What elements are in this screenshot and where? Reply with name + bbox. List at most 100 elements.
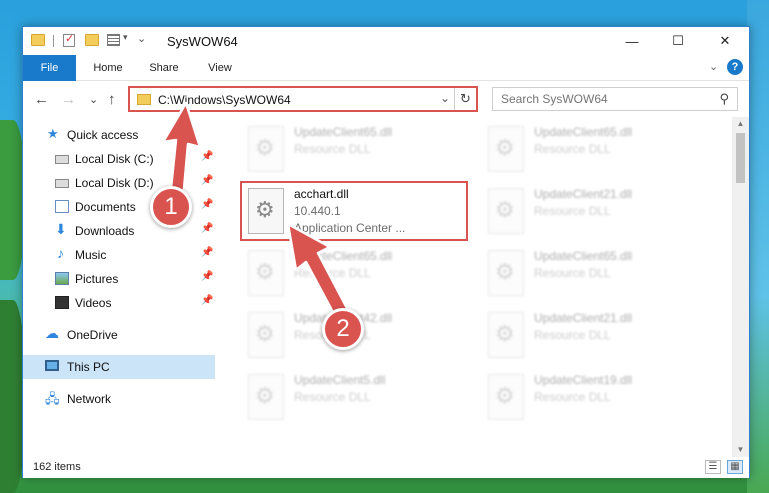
pin-icon[interactable]: 📌	[201, 247, 213, 258]
details-view-icon[interactable]: ☰	[705, 460, 721, 474]
desktop-wallpaper-edge	[747, 0, 769, 493]
dll-file-icon: ⚙	[488, 250, 524, 296]
tab-share[interactable]: Share	[141, 55, 187, 81]
file-type: Resource DLL	[534, 328, 611, 342]
sidebar-item-local-disk-c[interactable]: Local Disk (C:) 📌	[23, 147, 215, 171]
step-2-badge: 2	[322, 308, 364, 350]
scrollbar-thumb[interactable]	[736, 133, 745, 183]
quick-access-dropdown-icon[interactable]: ▾	[123, 32, 128, 43]
tab-home[interactable]: Home	[85, 55, 131, 81]
properties-check-icon[interactable]	[63, 32, 75, 47]
toolbar-separator	[53, 35, 54, 47]
recent-locations-button[interactable]: ⌄	[89, 93, 98, 106]
new-folder-icon[interactable]	[85, 34, 99, 46]
sidebar-item-label: Pictures	[75, 272, 119, 286]
network-icon: 🖧	[45, 391, 60, 406]
list-item[interactable]: ⚙ UpdateClient65.dll Resource DLL	[244, 121, 474, 179]
gear-icon: ⚙	[495, 135, 515, 160]
scroll-down-icon[interactable]: ▼	[732, 443, 749, 457]
pin-icon[interactable]: 📌	[201, 295, 213, 306]
tab-view[interactable]: View	[197, 55, 243, 81]
dll-file-icon: ⚙	[248, 312, 284, 358]
minimize-button[interactable]: —	[609, 27, 655, 55]
address-bar[interactable]: C:\Windows\SysWOW64 ⌄ ↻	[128, 86, 478, 112]
gear-icon: ⚙	[255, 135, 275, 160]
documents-icon	[55, 200, 69, 213]
help-icon[interactable]: ?	[727, 59, 743, 75]
list-item[interactable]: ⚙ UpdateClient65.dll Resource DLL	[244, 245, 474, 303]
gear-icon: ⚙	[255, 321, 275, 346]
tiles-view-icon[interactable]: ▦	[727, 460, 743, 474]
star-icon: ★	[47, 126, 59, 141]
sidebar-item-pictures[interactable]: Pictures 📌	[23, 267, 215, 291]
pin-icon[interactable]: 📌	[201, 271, 213, 282]
menu-chevron-icon[interactable]: ⌄	[137, 32, 146, 45]
customize-toolbar-icon[interactable]	[107, 34, 120, 46]
file-type: Resource DLL	[294, 142, 371, 156]
computer-icon	[45, 360, 59, 371]
search-box[interactable]: ⚲	[492, 87, 738, 111]
gear-icon: ⚙	[495, 259, 515, 284]
scroll-up-icon[interactable]: ▲	[732, 117, 749, 131]
search-input[interactable]	[501, 91, 701, 107]
file-name: UpdateClient5.dll	[294, 373, 386, 387]
list-item[interactable]: ⚙ UpdateClient65.dll Resource DLL	[484, 245, 714, 303]
pin-icon[interactable]: 📌	[201, 151, 213, 162]
file-name: UpdateClient65.dll	[534, 125, 633, 139]
close-button[interactable]: ✕	[702, 27, 748, 55]
gear-icon: ⚙	[255, 259, 275, 284]
status-bar: 162 items ☰ ▦	[23, 457, 749, 478]
explorer-window: ▾ ⌄ SysWOW64 — ☐ ✕ File Home Share View …	[22, 26, 750, 478]
up-button[interactable]: ↑	[108, 91, 116, 108]
address-path[interactable]: C:\Windows\SysWOW64	[158, 93, 291, 107]
file-highlight-box	[240, 181, 468, 241]
sidebar-item-network[interactable]: 🖧 Network	[23, 387, 215, 411]
dll-file-icon: ⚙	[248, 126, 284, 172]
dll-file-icon: ⚙	[488, 374, 524, 420]
sidebar-item-videos[interactable]: Videos 📌	[23, 291, 215, 315]
list-item[interactable]: ⚙ UpdateClient5.dll Resource DLL	[244, 369, 474, 427]
pin-icon[interactable]: 📌	[201, 223, 213, 234]
list-item[interactable]: ⚙ UpdateClient65.dll Resource DLL	[484, 121, 714, 179]
sidebar-item-onedrive[interactable]: ☁ OneDrive	[23, 323, 215, 347]
sidebar-item-label: OneDrive	[67, 328, 118, 342]
list-item[interactable]: ⚙ UpdateClient21.dll Resource DLL	[484, 307, 714, 365]
sidebar-item-downloads[interactable]: ⬇ Downloads 📌	[23, 219, 215, 243]
music-note-icon: ♪	[57, 245, 64, 261]
step-1-badge: 1	[150, 186, 192, 228]
sidebar-item-this-pc[interactable]: This PC	[23, 355, 215, 379]
pin-icon[interactable]: 📌	[201, 175, 213, 186]
list-item[interactable]: ⚙ UpdateClient19.dll Resource DLL	[484, 369, 714, 427]
file-name: UpdateClient65.dll	[294, 249, 393, 263]
vertical-scrollbar[interactable]: ▲ ▼	[732, 117, 749, 457]
pin-icon[interactable]: 📌	[201, 199, 213, 210]
sidebar-item-quick-access[interactable]: ★ Quick access	[23, 123, 215, 147]
item-count: 162 items	[33, 461, 81, 473]
dll-file-icon: ⚙	[248, 374, 284, 420]
refresh-button[interactable]: ↻	[454, 88, 476, 110]
file-type: Resource DLL	[534, 204, 611, 218]
maximize-button[interactable]: ☐	[655, 27, 701, 55]
address-dropdown-icon[interactable]: ⌄	[440, 91, 450, 105]
cloud-icon: ☁	[45, 325, 59, 341]
sidebar-item-music[interactable]: ♪ Music 📌	[23, 243, 215, 267]
dll-file-icon: ⚙	[488, 188, 524, 234]
drive-icon	[55, 155, 69, 164]
search-icon[interactable]: ⚲	[719, 91, 729, 107]
sidebar-item-local-disk-d[interactable]: Local Disk (D:) 📌	[23, 171, 215, 195]
back-button[interactable]: ←	[34, 91, 49, 108]
sidebar-item-label: Local Disk (C:)	[75, 152, 154, 166]
tab-file[interactable]: File	[23, 55, 76, 81]
sidebar-item-label: Videos	[75, 296, 112, 310]
drive-icon	[55, 179, 69, 188]
navigation-pane: ★ Quick access Local Disk (C:) 📌 Local D…	[23, 117, 215, 457]
forward-button[interactable]: →	[61, 91, 76, 108]
folder-icon	[31, 34, 45, 46]
dll-file-icon: ⚙	[488, 312, 524, 358]
pictures-icon	[55, 272, 69, 285]
list-item[interactable]: ⚙ UpdateClient21.dll Resource DLL	[484, 183, 714, 241]
folder-icon	[137, 94, 151, 105]
file-name: UpdateClient65.dll	[534, 249, 633, 263]
file-type: Resource DLL	[534, 142, 611, 156]
expand-ribbon-icon[interactable]: ⌄	[709, 60, 718, 73]
